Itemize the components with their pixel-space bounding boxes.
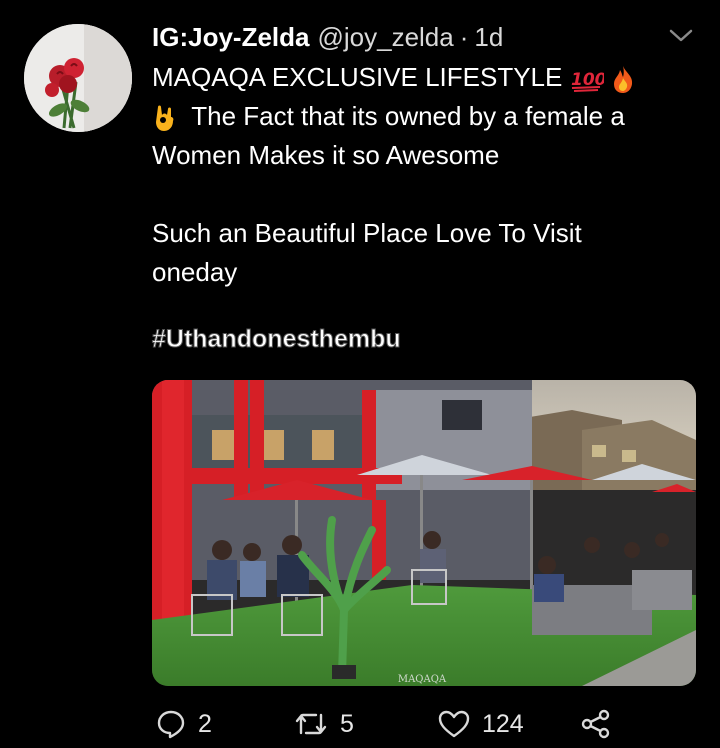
retweet-button[interactable]: 5 (294, 704, 354, 744)
share-icon (581, 709, 610, 739)
hashtag-link[interactable]: #Uthandonesthembu (152, 325, 402, 354)
display-name[interactable]: IG:Joy-Zelda (152, 22, 309, 53)
like-count: 124 (482, 709, 524, 738)
tweet-line-4: Such an Beautiful Place Love To Visit (152, 218, 582, 248)
tweet[interactable]: IG:Joy-Zelda @joy_zelda · 1d MAQAQA EXCL… (0, 0, 720, 748)
restaurant-photo: MAQAQA (152, 380, 696, 686)
tweet-text: MAQAQA EXCLUSIVE LIFESTYLE 100 The Fact … (152, 58, 696, 359)
hashtag-line: #Uthandonesthembu (152, 319, 696, 359)
tweet-line-3: Women Makes it so Awesome (152, 140, 500, 170)
separator-dot: · (459, 21, 469, 52)
reply-button[interactable]: 2 (156, 704, 212, 744)
tweet-actions: 2 5 124 (152, 704, 700, 744)
rose-image (24, 24, 132, 132)
fire-icon (613, 66, 632, 94)
avatar[interactable] (24, 24, 132, 132)
ok-hand-icon (156, 105, 174, 132)
retweet-count: 5 (340, 709, 354, 738)
tweet-line-2: The Fact that its owned by a female a (152, 97, 696, 136)
tweet-photo[interactable]: MAQAQA (152, 380, 696, 686)
retweet-icon (295, 713, 327, 735)
hundred-points-icon: 100 (571, 70, 604, 93)
reply-icon (157, 710, 185, 739)
tweet-line-5: oneday (152, 257, 238, 287)
tweet-line-1: MAQAQA EXCLUSIVE LIFESTYLE 100 (152, 58, 696, 97)
chevron-down-icon[interactable] (668, 26, 694, 46)
heart-icon (438, 710, 470, 738)
share-button[interactable] (580, 704, 612, 744)
reply-count: 2 (198, 709, 212, 738)
tweet-header: IG:Joy-Zelda @joy_zelda · 1d (152, 18, 700, 56)
photo-watermark: MAQAQA (398, 674, 447, 685)
timestamp[interactable]: 1d (474, 22, 503, 53)
like-button[interactable]: 124 (438, 704, 524, 744)
user-handle[interactable]: @joy_zelda (317, 22, 453, 53)
